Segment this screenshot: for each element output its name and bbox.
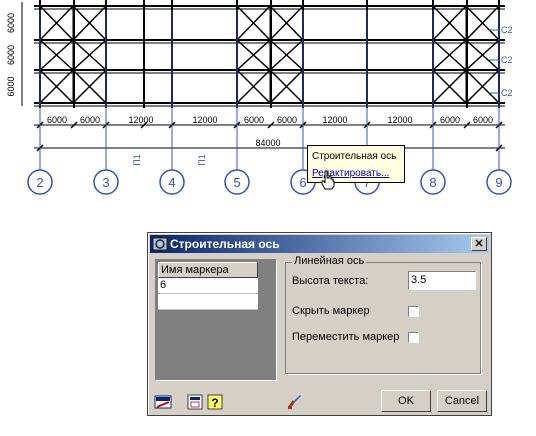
close-button[interactable]: ✕ — [471, 237, 487, 251]
row-dimension-label: 6000 — [6, 45, 16, 65]
bay-dimension-label: 6000 — [473, 115, 493, 125]
element-mark: П1 — [197, 154, 207, 165]
bay-dimension-label: 12000 — [322, 115, 347, 125]
dimension-lines: 6000 6000 12000 12000 6000 6000 12000 12000 6000… — [34, 115, 505, 166]
axis-marker-label: 4 — [168, 175, 175, 190]
bay-dimension-label: 6000 — [277, 115, 297, 125]
axis-app-icon — [152, 237, 168, 251]
move-marker-label: Переместить маркер — [292, 331, 400, 343]
side-label: C2 — [501, 88, 513, 98]
axis-marker-label: 9 — [495, 175, 502, 190]
cancel-button[interactable]: Cancel — [437, 390, 487, 412]
dialog-titlebar[interactable]: Строительная ось ✕ — [150, 235, 489, 253]
hide-marker-checkbox[interactable] — [408, 306, 419, 317]
axis-marker-label: 6 — [299, 175, 306, 190]
side-label: C2 — [501, 55, 513, 65]
bay-dimension-label: 6000 — [80, 115, 100, 125]
total-dimension-label: 84000 — [255, 138, 280, 148]
help-icon[interactable]: ? — [206, 393, 224, 411]
svg-text:?: ? — [211, 396, 218, 410]
properties-icon[interactable] — [186, 393, 204, 411]
marker-list[interactable]: Имя маркера 6 — [155, 259, 277, 381]
bay-dimension-label: 6000 — [244, 115, 264, 125]
tooltip-title: Строительная ось — [312, 151, 397, 162]
axis-marker-label: 5 — [233, 175, 240, 190]
text-height-input[interactable]: 3.5 — [408, 271, 476, 290]
bay-dimension-label: 12000 — [128, 115, 153, 125]
dialog-title: Строительная ось — [170, 237, 280, 251]
hand-cursor-icon — [321, 170, 335, 190]
marker-list-header[interactable]: Имя маркера — [158, 262, 258, 278]
row-dimension-label: 6000 — [6, 76, 16, 96]
move-marker-checkbox[interactable] — [408, 332, 419, 343]
axis-marker-label: 3 — [102, 175, 109, 190]
marker-name-cell[interactable]: 6 — [158, 278, 258, 294]
bay-dimension-label: 12000 — [192, 115, 217, 125]
row-dimension-label: 6000 — [6, 13, 16, 33]
marker-empty-cell[interactable] — [158, 294, 258, 310]
hide-marker-label: Скрыть маркер — [292, 305, 370, 317]
paint-brush-icon[interactable] — [285, 393, 303, 411]
group-label: Линейная ось — [292, 255, 367, 267]
structural-plan-drawing: 600060006000C2C2C2 6000 6000 12000 12000 600… — [6, 0, 513, 195]
ok-button[interactable]: OK — [381, 390, 431, 412]
element-mark: П1 — [132, 154, 142, 165]
grid-axis-dialog: Строительная ось ✕ Имя маркера 6 Линейна… — [147, 232, 492, 416]
side-label: C2 — [501, 25, 513, 35]
axis-marker-label: 8 — [429, 175, 436, 190]
bay-dimension-label: 12000 — [387, 115, 412, 125]
axis-marker-label: 2 — [36, 175, 43, 190]
bay-dimension-label: 6000 — [440, 115, 460, 125]
marker-style-icon[interactable] — [154, 393, 172, 411]
bay-dimension-label: 6000 — [47, 115, 67, 125]
text-height-label: Высота текста: — [292, 275, 369, 287]
linear-axis-group: Линейная ось Высота текста: 3.5 Скрыть м… — [285, 255, 481, 374]
column-grid: 6000 6000 6000 C2 C2 C2 — [6, 0, 513, 108]
